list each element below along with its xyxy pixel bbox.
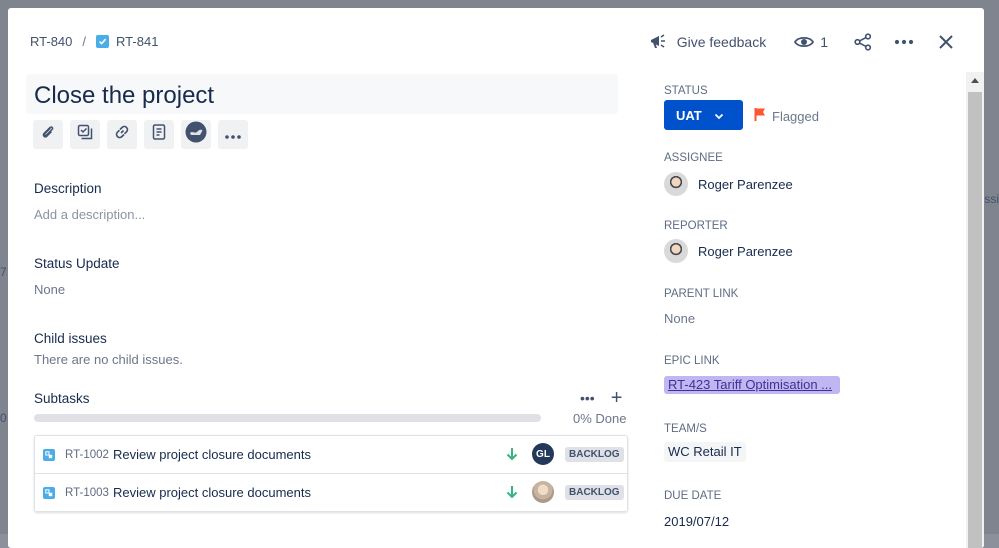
subtasks-actions: ••• + [580,388,623,408]
create-subtask-button[interactable] [70,120,100,149]
background-text: 7 [0,265,7,279]
subtask-type-icon [43,448,55,461]
header-actions: Give feedback 1 [629,30,954,54]
link-icon [114,124,130,145]
due-date-label: DUE DATE [664,490,722,502]
issue-modal: RT-840 / RT-841 Give feedback 1 Close th… [8,8,984,548]
sidebar-scrollbar[interactable] [966,72,984,548]
child-issues-empty: There are no child issues. [34,352,183,367]
scroll-up-icon[interactable] [971,78,979,83]
subtask-row[interactable]: RT-1003 Review project closure documents… [35,474,627,511]
status-update-field[interactable]: None [34,282,65,297]
due-date-field[interactable]: 2019/07/12 [664,514,729,529]
give-feedback-label: Give feedback [676,34,767,50]
link-issue-button[interactable] [107,120,137,149]
reporter-field[interactable]: Roger Parenzee [664,239,793,263]
subtask-icon [77,124,93,145]
description-field[interactable]: Add a description... [34,207,145,222]
close-icon [938,34,954,50]
eye-icon [794,35,815,49]
chevron-down-icon [714,108,724,123]
assignee-field[interactable]: Roger Parenzee [664,172,793,196]
subtasks-more-button[interactable]: ••• [580,390,595,406]
more-actions-button[interactable] [894,30,914,54]
status-update-label: Status Update [34,256,120,271]
flagged-label: Flagged [772,108,819,124]
breadcrumb-parent-link[interactable]: RT-840 [30,34,72,49]
watch-count: 1 [820,34,828,50]
issue-title-field[interactable]: Close the project [26,74,618,114]
subtask-row[interactable]: RT-1002 Review project closure documents… [35,436,627,474]
breadcrumb: RT-840 / RT-841 [30,34,158,49]
subtask-list: RT-1002 Review project closure documents… [34,435,628,512]
subtask-key[interactable]: RT-1003 [65,487,113,499]
breadcrumb-current-link[interactable]: RT-841 [116,34,158,49]
assignee-label: ASSIGNEE [664,152,723,164]
app-logo-icon [185,121,207,148]
epic-link-badge[interactable]: RT-423 Tariff Optimisation ... [664,376,840,394]
parent-link-label: PARENT LINK [664,288,739,300]
description-label: Description [34,181,102,196]
document-icon [152,124,166,145]
subtask-key[interactable]: RT-1002 [65,449,113,461]
reporter-label: REPORTER [664,220,728,232]
close-button[interactable] [938,30,954,54]
parent-link-field[interactable]: None [664,311,695,326]
avatar [664,172,688,196]
priority-low-icon [506,485,518,504]
child-issues-label: Child issues [34,331,107,346]
app-extension-button[interactable] [181,120,211,149]
attach-button[interactable] [33,120,63,149]
issue-toolbar [33,120,255,149]
megaphone-icon [649,33,669,51]
assignee-name: Roger Parenzee [698,176,793,192]
team-label: TEAM/S [664,423,707,435]
flagged-indicator[interactable]: Flagged [754,107,819,125]
status-dropdown[interactable]: UAT [664,100,743,130]
status-value: UAT [676,107,702,123]
status-label: STATUS [664,85,708,97]
toolbar-more-button[interactable] [218,120,248,149]
background-text: issi [981,192,999,206]
subtask-status-badge[interactable]: BACKLOG [565,447,624,462]
background-text: 0 [0,411,7,425]
assignee-avatar[interactable]: GL [532,443,554,465]
reporter-name: Roger Parenzee [698,243,793,259]
team-badge[interactable]: WC Retail IT [664,442,746,462]
issue-title: Close the project [34,82,215,109]
add-page-button[interactable] [144,120,174,149]
breadcrumb-separator: / [82,34,87,49]
give-feedback-button[interactable]: Give feedback [649,30,767,54]
subtask-status-badge[interactable]: BACKLOG [565,485,624,500]
share-button[interactable] [854,30,872,54]
task-type-icon [96,35,110,48]
share-icon [854,33,872,51]
priority-low-icon [506,447,518,466]
more-icon [225,126,241,144]
paperclip-icon [40,124,56,145]
subtask-type-icon [43,486,55,499]
avatar [664,239,688,263]
subtask-summary[interactable]: Review project closure documents [113,447,311,462]
subtasks-progress-label: 0% Done [573,411,627,426]
subtasks-progress-bar [34,414,541,422]
more-icon [894,39,914,45]
subtask-summary[interactable]: Review project closure documents [113,485,311,500]
add-subtask-button[interactable]: + [611,388,623,408]
assignee-avatar[interactable] [532,481,554,503]
watch-button[interactable]: 1 [794,30,828,54]
epic-link-label: EPIC LINK [664,355,720,367]
subtasks-label: Subtasks [34,391,90,406]
scrollbar-thumb[interactable] [968,92,982,548]
flag-icon [754,107,766,125]
